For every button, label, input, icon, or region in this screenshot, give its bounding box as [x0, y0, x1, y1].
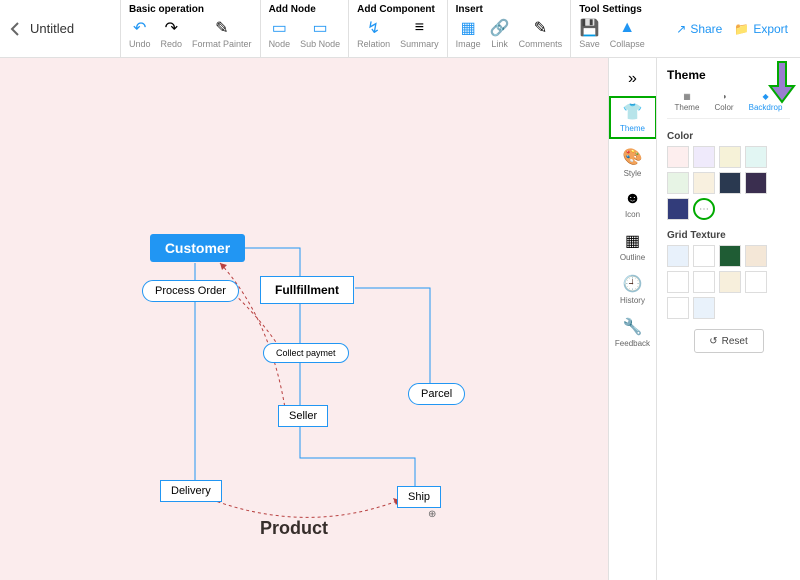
- color-swatch[interactable]: [745, 146, 767, 168]
- save-icon: 💾: [580, 19, 598, 37]
- node-process-order[interactable]: Process Order: [142, 280, 239, 302]
- relation-button[interactable]: ↯Relation: [357, 19, 390, 49]
- texture-swatch[interactable]: [667, 271, 689, 293]
- texture-swatch[interactable]: [719, 245, 741, 267]
- node-delivery[interactable]: Delivery: [160, 480, 222, 502]
- collapse-panel-button[interactable]: »: [609, 66, 657, 92]
- format-painter-icon: ✎: [213, 19, 231, 37]
- reset-button[interactable]: ↺Reset: [694, 329, 764, 353]
- node-ship[interactable]: Ship: [397, 486, 441, 508]
- export-button[interactable]: 📁Export: [734, 22, 788, 36]
- canvas[interactable]: Customer Process Order Fullfillment Coll…: [0, 58, 608, 580]
- node-customer[interactable]: Customer: [150, 234, 245, 262]
- color-swatch[interactable]: [719, 172, 741, 194]
- annotation-arrow: [768, 58, 796, 104]
- subnode-icon: ▭: [311, 19, 329, 37]
- collapse-button[interactable]: ▲Collapse: [610, 19, 645, 49]
- group-basic-title: Basic operation: [129, 4, 252, 15]
- format-painter-button[interactable]: ✎Format Painter: [192, 19, 252, 49]
- color-swatch[interactable]: [745, 172, 767, 194]
- texture-swatch[interactable]: [667, 245, 689, 267]
- node-seller[interactable]: Seller: [278, 405, 328, 427]
- collapse-icon: ▲: [618, 19, 636, 37]
- panel-tab-color[interactable]: ◑Color: [714, 92, 733, 112]
- summary-button[interactable]: ≡Summary: [400, 19, 439, 49]
- add-child-icon[interactable]: ⊕: [428, 509, 436, 520]
- texture-swatch[interactable]: [719, 271, 741, 293]
- texture-section-title: Grid Texture: [667, 230, 790, 241]
- node-collect-payment[interactable]: Collect paymet: [263, 343, 349, 363]
- comments-icon: ✎: [531, 19, 549, 37]
- comments-button[interactable]: ✎Comments: [519, 19, 563, 49]
- undo-icon: ↶: [131, 19, 149, 37]
- texture-swatch[interactable]: [745, 245, 767, 267]
- share-icon: ↗: [676, 22, 686, 36]
- back-button[interactable]: [0, 0, 30, 57]
- redo-icon: ↷: [162, 19, 180, 37]
- texture-swatch[interactable]: [745, 271, 767, 293]
- sidebar-outline[interactable]: ▦Outline: [609, 227, 657, 266]
- node-parcel[interactable]: Parcel: [408, 383, 465, 405]
- color-swatch[interactable]: [719, 146, 741, 168]
- history-icon: 🕘: [623, 274, 643, 294]
- panel-tab-theme[interactable]: ▦Theme: [675, 92, 700, 112]
- color-tab-icon: ◑: [722, 92, 727, 101]
- feedback-icon: 🔧: [623, 317, 643, 337]
- summary-icon: ≡: [410, 19, 428, 37]
- node-icon: ▭: [270, 19, 288, 37]
- sidebar-icon[interactable]: ☻Icon: [609, 186, 657, 223]
- style-icon: 🎨: [623, 147, 643, 167]
- reset-icon: ↺: [709, 336, 717, 347]
- theme-tab-icon: ▦: [683, 92, 691, 101]
- texture-swatch[interactable]: [693, 271, 715, 293]
- group-addnode-title: Add Node: [269, 4, 341, 15]
- group-toolset-title: Tool Settings: [579, 4, 645, 15]
- color-swatch[interactable]: [693, 172, 715, 194]
- outline-icon: ▦: [625, 231, 640, 251]
- document-title[interactable]: Untitled: [30, 0, 120, 57]
- relation-icon: ↯: [365, 19, 383, 37]
- more-colors-button[interactable]: ⋯: [693, 198, 715, 220]
- link-button[interactable]: 🔗Link: [491, 19, 509, 49]
- sidebar-history[interactable]: 🕘History: [609, 270, 657, 309]
- undo-button[interactable]: ↶Undo: [129, 19, 151, 49]
- texture-swatch[interactable]: [693, 245, 715, 267]
- group-addcomp-title: Add Component: [357, 4, 439, 15]
- save-button[interactable]: 💾Save: [579, 19, 600, 49]
- node-button[interactable]: ▭Node: [269, 19, 291, 49]
- color-swatch[interactable]: [667, 146, 689, 168]
- texture-swatch[interactable]: [693, 297, 715, 319]
- color-swatch[interactable]: [693, 146, 715, 168]
- color-section-title: Color: [667, 131, 790, 142]
- group-insert-title: Insert: [456, 4, 563, 15]
- sidebar-style[interactable]: 🎨Style: [609, 143, 657, 182]
- redo-button[interactable]: ↷Redo: [161, 19, 183, 49]
- share-button[interactable]: ↗Share: [676, 22, 722, 36]
- node-fulfillment[interactable]: Fullfillment: [260, 276, 354, 304]
- image-icon: ▦: [459, 19, 477, 37]
- sidebar-theme[interactable]: 👕Theme: [609, 96, 657, 139]
- subnode-button[interactable]: ▭Sub Node: [300, 19, 340, 49]
- texture-swatch[interactable]: [667, 297, 689, 319]
- export-icon: 📁: [734, 22, 749, 36]
- color-swatch[interactable]: [667, 198, 689, 220]
- link-icon: 🔗: [491, 19, 509, 37]
- color-swatch[interactable]: [667, 172, 689, 194]
- theme-icon: 👕: [623, 102, 643, 122]
- sidebar-feedback[interactable]: 🔧Feedback: [609, 313, 657, 352]
- smile-icon: ☻: [624, 190, 641, 208]
- chevron-right-icon: »: [628, 70, 637, 88]
- image-button[interactable]: ▦Image: [456, 19, 481, 49]
- label-product: Product: [260, 518, 328, 539]
